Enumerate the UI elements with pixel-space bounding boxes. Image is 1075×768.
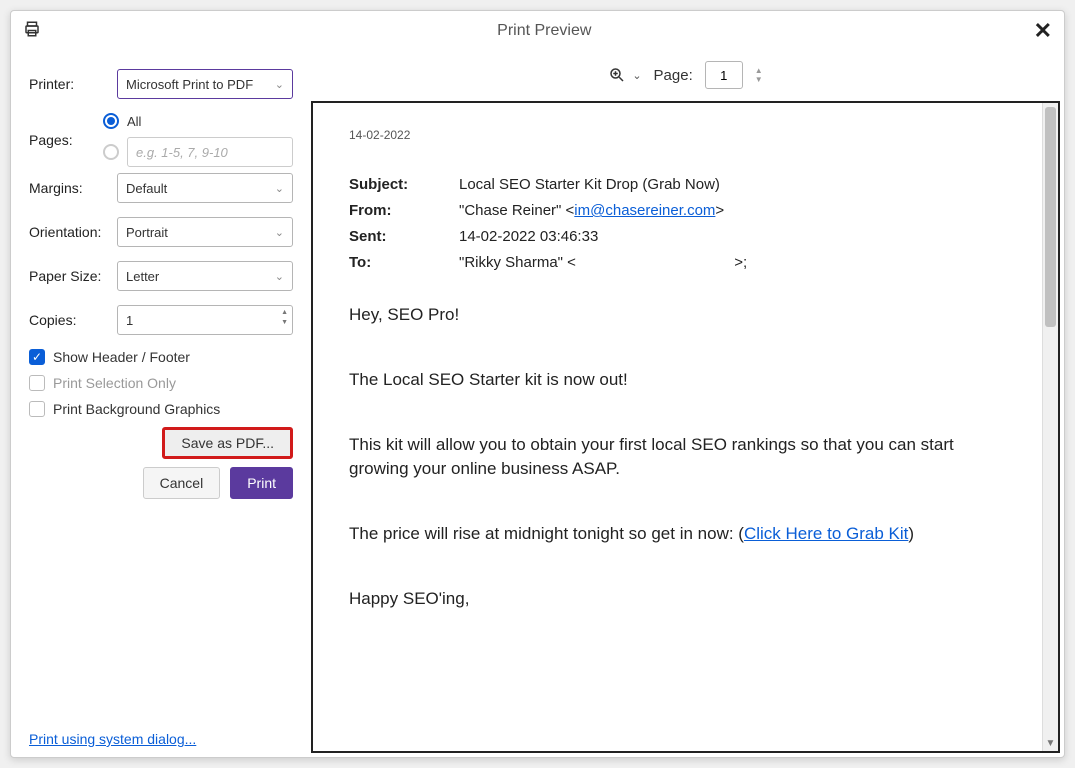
sent-value: 14-02-2022 03:46:33 xyxy=(459,226,598,248)
scrollbar-thumb[interactable] xyxy=(1045,107,1056,327)
cancel-button[interactable]: Cancel xyxy=(143,467,221,499)
subject-value: Local SEO Starter Kit Drop (Grab Now) xyxy=(459,174,720,196)
to-label: To: xyxy=(349,252,459,274)
pages-all-radio[interactable] xyxy=(103,113,119,129)
subject-label: Subject: xyxy=(349,174,459,196)
show-header-label: Show Header / Footer xyxy=(53,349,190,365)
orientation-label: Orientation: xyxy=(29,224,117,240)
preview-area: ⌄ Page: ▲▼ 14-02-2022 Subject: Local SEO… xyxy=(311,51,1064,757)
save-as-pdf-button[interactable]: Save as PDF... xyxy=(162,427,293,459)
close-button[interactable]: ✕ xyxy=(1034,18,1052,44)
preview-scrollbar[interactable]: ▼ xyxy=(1042,103,1058,751)
from-value: "Chase Reiner" <im@chasereiner.com> xyxy=(459,200,724,222)
from-email-link[interactable]: im@chasereiner.com xyxy=(574,202,715,219)
chevron-down-icon: ⌄ xyxy=(275,226,284,239)
printer-select[interactable]: Microsoft Print to PDF ⌄ xyxy=(117,69,293,99)
copies-input[interactable]: ▲▼ xyxy=(117,305,293,335)
body-p4: The price will rise at midnight tonight … xyxy=(349,522,1006,547)
dialog-title: Print Preview xyxy=(55,22,1034,40)
print-button[interactable]: Print xyxy=(230,467,293,499)
sent-label: Sent: xyxy=(349,226,459,248)
preview-container: 14-02-2022 Subject: Local SEO Starter Ki… xyxy=(311,101,1060,753)
document-page: 14-02-2022 Subject: Local SEO Starter Ki… xyxy=(313,103,1042,751)
printer-label: Printer: xyxy=(29,76,117,92)
print-options-sidebar: Printer: Microsoft Print to PDF ⌄ Pages:… xyxy=(11,51,311,757)
print-background-label: Print Background Graphics xyxy=(53,401,220,417)
margins-value: Default xyxy=(126,181,167,196)
orientation-value: Portrait xyxy=(126,225,168,240)
printer-value: Microsoft Print to PDF xyxy=(126,77,253,92)
zoom-dropdown[interactable]: ⌄ xyxy=(608,66,641,84)
body-p5: Happy SEO'ing, xyxy=(349,587,1006,612)
show-header-checkbox[interactable]: ✓ xyxy=(29,349,45,365)
paper-size-select[interactable]: Letter ⌄ xyxy=(117,261,293,291)
chevron-down-icon: ⌄ xyxy=(275,78,284,91)
margins-select[interactable]: Default ⌄ xyxy=(117,173,293,203)
grab-kit-link[interactable]: Click Here to Grab Kit xyxy=(744,524,908,543)
body-p2: The Local SEO Starter kit is now out! xyxy=(349,368,1006,393)
chevron-down-icon: ⌄ xyxy=(275,182,284,195)
page-label: Page: xyxy=(654,67,693,84)
chevron-down-icon: ⌄ xyxy=(632,69,641,82)
pages-range-input[interactable] xyxy=(127,137,293,167)
margins-label: Margins: xyxy=(29,180,117,196)
body-p3: This kit will allow you to obtain your f… xyxy=(349,433,1006,482)
preview-toolbar: ⌄ Page: ▲▼ xyxy=(311,55,1060,95)
email-body: Hey, SEO Pro! The Local SEO Starter kit … xyxy=(349,303,1006,611)
scrollbar-down-icon[interactable]: ▼ xyxy=(1043,738,1058,749)
page-number-input[interactable] xyxy=(705,61,743,89)
pages-range-radio[interactable] xyxy=(103,144,119,160)
zoom-icon xyxy=(608,66,626,84)
from-label: From: xyxy=(349,200,459,222)
email-headers: Subject: Local SEO Starter Kit Drop (Gra… xyxy=(349,174,1006,273)
copies-spinner[interactable]: ▲▼ xyxy=(281,308,288,328)
print-icon xyxy=(23,20,55,41)
print-selection-checkbox xyxy=(29,375,45,391)
titlebar: Print Preview ✕ xyxy=(11,11,1064,51)
paper-size-value: Letter xyxy=(126,269,159,284)
chevron-down-icon: ⌄ xyxy=(275,270,284,283)
pages-all-label: All xyxy=(127,114,141,129)
page-spinner[interactable]: ▲▼ xyxy=(755,66,763,84)
to-value: "Rikky Sharma" < >; xyxy=(459,252,747,274)
document-date: 14-02-2022 xyxy=(349,127,1006,144)
print-system-dialog-link[interactable]: Print using system dialog... xyxy=(29,731,196,747)
copies-value[interactable] xyxy=(126,313,284,328)
print-background-checkbox[interactable] xyxy=(29,401,45,417)
orientation-select[interactable]: Portrait ⌄ xyxy=(117,217,293,247)
body-p1: Hey, SEO Pro! xyxy=(349,303,1006,328)
copies-label: Copies: xyxy=(29,312,117,328)
paper-size-label: Paper Size: xyxy=(29,268,117,284)
pages-label: Pages: xyxy=(29,132,103,148)
print-selection-label: Print Selection Only xyxy=(53,375,176,391)
print-preview-dialog: Print Preview ✕ Printer: Microsoft Print… xyxy=(10,10,1065,758)
